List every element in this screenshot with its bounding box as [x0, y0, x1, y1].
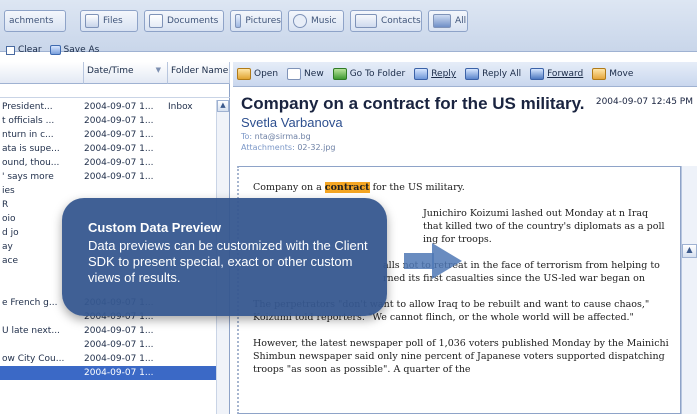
list-item[interactable]: 2004-09-07 1... — [0, 338, 216, 352]
cell-folder: Inbox — [168, 102, 193, 112]
list-item[interactable]: 2004-09-07 1... — [0, 366, 216, 380]
mail-header: Company on a contract for the US militar… — [233, 88, 697, 178]
tab-documents[interactable]: Documents — [144, 10, 224, 32]
all-icon — [433, 14, 451, 28]
list-item[interactable]: President... 2004-09-07 1... Inbox — [0, 100, 216, 114]
reply-all-button[interactable]: Reply All — [465, 68, 521, 80]
cell-subject: ata is supe... — [2, 144, 60, 154]
scroll-up-icon[interactable]: ▲ — [682, 244, 697, 258]
list-toolbar: Clear Save As — [0, 40, 697, 60]
tab-all[interactable]: All — [428, 10, 468, 32]
list-item[interactable]: ound, thou... 2004-09-07 1... — [0, 156, 216, 170]
save-as-button[interactable]: Save As — [64, 45, 100, 55]
cell-date: 2004-09-07 1... — [84, 130, 154, 140]
body-paragraph: However, the latest newspaper poll of 1,… — [253, 338, 669, 375]
callout-arrow-icon — [432, 243, 462, 279]
contacts-icon — [355, 14, 377, 28]
forward-button[interactable]: Forward — [530, 68, 583, 80]
cell-subject: ies — [2, 186, 15, 196]
list-item[interactable]: ' says more 2004-09-07 1... — [0, 170, 216, 184]
open-button[interactable]: Open — [237, 68, 278, 80]
callout-description: Data previews can be customized with the… — [88, 238, 368, 285]
cell-subject: President... — [2, 102, 53, 112]
cell-subject: ' says more — [2, 172, 54, 182]
files-icon — [85, 14, 99, 28]
body-scrollbar[interactable]: ▲ — [681, 166, 697, 414]
tab-music[interactable]: Music — [288, 10, 344, 32]
move-button[interactable]: Move — [592, 68, 633, 80]
mail-attachments-line: Attachments: 02-32.jpg — [241, 143, 336, 152]
callout-title: Custom Data Preview — [88, 220, 221, 235]
tab-contacts[interactable]: Contacts — [350, 10, 422, 32]
list-item[interactable]: nturn in c... 2004-09-07 1... — [0, 128, 216, 142]
callout-arrow-shaft — [404, 253, 434, 269]
cell-subject: t officials ... — [2, 116, 55, 126]
cell-subject: U late next... — [2, 326, 60, 336]
pictures-icon — [235, 14, 242, 28]
mail-date: 2004-09-07 12:45 PM — [595, 97, 693, 107]
tab-attachments[interactable]: achments — [4, 10, 66, 32]
attachment-link[interactable]: 02-32.jpg — [297, 143, 335, 152]
cell-date: 2004-09-07 1... — [84, 102, 154, 112]
cell-subject: ound, thou... — [2, 158, 60, 168]
column-header-folder[interactable]: Folder Name — [168, 62, 230, 84]
list-item[interactable]: ies — [0, 184, 216, 198]
column-header-subject[interactable] — [0, 62, 84, 84]
documents-icon — [149, 14, 163, 28]
body-paragraph: Company on a contract for the US militar… — [253, 182, 465, 193]
clear-button[interactable]: Clear — [18, 45, 42, 55]
list-item[interactable]: U late next... 2004-09-07 1... — [0, 324, 216, 338]
preview-toolbar: Open New Go To Folder Reply Reply All Fo… — [233, 62, 697, 87]
cell-subject: nturn in c... — [2, 130, 54, 140]
reply-icon — [414, 68, 429, 80]
clear-icon[interactable] — [6, 45, 15, 55]
cell-date: 2004-09-07 1... — [84, 116, 154, 126]
reply-all-icon — [465, 68, 480, 80]
cell-date: 2004-09-07 1... — [84, 158, 154, 168]
cell-date: 2004-09-07 1... — [84, 340, 154, 350]
cell-date: 2004-09-07 1... — [84, 326, 154, 336]
list-item[interactable]: ow City Cou... 2004-09-07 1... — [0, 352, 216, 366]
go-to-folder-icon — [332, 68, 347, 80]
scroll-up-icon[interactable]: ▲ — [217, 100, 229, 112]
forward-icon — [530, 68, 545, 80]
reply-button[interactable]: Reply — [414, 68, 456, 80]
filter-row[interactable] — [0, 84, 230, 98]
new-button[interactable]: New — [287, 68, 324, 80]
open-folder-icon — [237, 68, 251, 80]
save-icon[interactable] — [49, 45, 61, 55]
cell-date: 2004-09-07 1... — [84, 144, 154, 154]
sort-arrow-icon: ▼ — [155, 66, 161, 74]
tab-files[interactable]: Files — [80, 10, 138, 32]
cell-date: 2004-09-07 1... — [84, 172, 154, 182]
mail-to-line: To: nta@sirma.bg — [241, 132, 311, 141]
tab-pictures[interactable]: Pictures — [230, 10, 282, 32]
list-item[interactable]: t officials ... 2004-09-07 1... — [0, 114, 216, 128]
music-icon — [293, 14, 307, 28]
cell-subject: ow City Cou... — [2, 354, 65, 364]
list-item[interactable]: ata is supe... 2004-09-07 1... — [0, 142, 216, 156]
custom-data-preview-callout: Custom Data Preview Data previews can be… — [62, 198, 387, 316]
search-hit-highlight: contract — [324, 182, 370, 193]
cell-date: 2004-09-07 1... — [84, 368, 154, 378]
column-header-datetime[interactable]: Date/Time ▼ — [84, 62, 168, 84]
cell-date: 2004-09-07 1... — [84, 354, 154, 364]
mail-sender: Svetla Varbanova — [241, 115, 343, 130]
new-document-icon — [287, 68, 302, 80]
go-to-folder-button[interactable]: Go To Folder — [332, 68, 405, 80]
move-icon — [592, 68, 607, 80]
